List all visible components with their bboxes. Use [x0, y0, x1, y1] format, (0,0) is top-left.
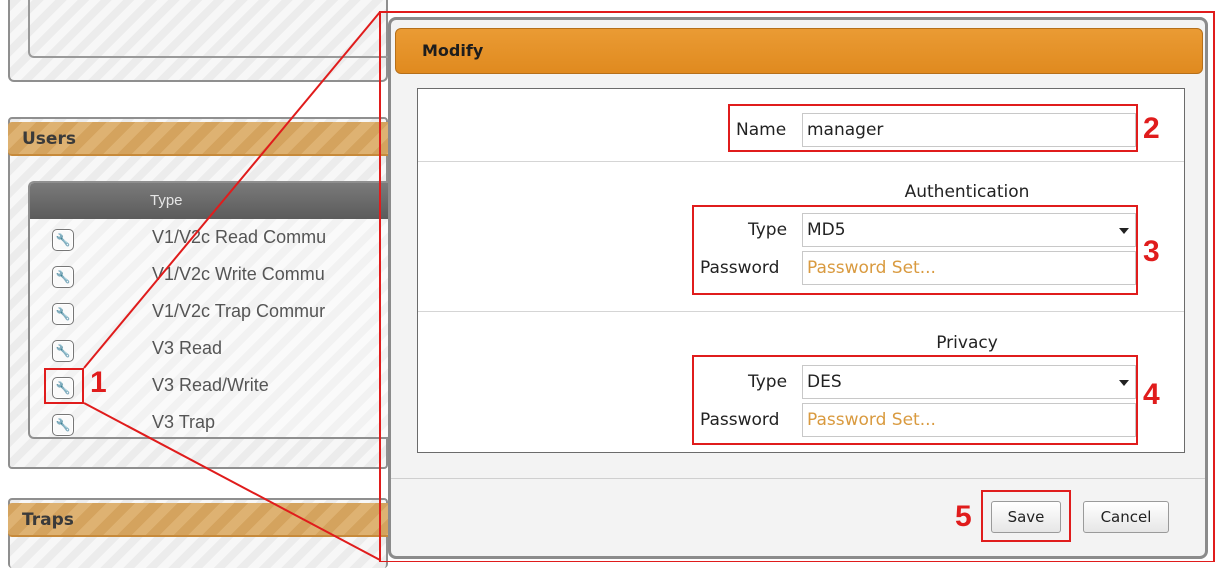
dialog-header: Modify [395, 28, 1203, 74]
divider [418, 161, 1184, 162]
top-panel-inner [28, 0, 388, 58]
wrench-icon: 🔧 [55, 233, 71, 247]
callout-number-4: 4 [1143, 378, 1160, 411]
users-section-header: Users [8, 122, 388, 156]
user-type: V1/V2c Read Commu [152, 227, 327, 247]
callout-number-3: 3 [1143, 235, 1160, 268]
callout-number-1: 1 [90, 366, 107, 399]
save-button[interactable]: Save [991, 501, 1061, 533]
divider [418, 311, 1184, 312]
table-row: 🔧 V1/V2c Write Commu [30, 258, 390, 296]
wrench-icon: 🔧 [55, 307, 71, 321]
user-type: V1/V2c Write Commu [152, 264, 325, 284]
table-row: 🔧 V3 Read/Write [30, 369, 390, 407]
user-type: V1/V2c Trap Commur [152, 301, 326, 321]
user-type: V3 Read/Write [152, 375, 269, 395]
users-section-title: Users [22, 129, 76, 149]
dialog-body: Name manager Authentication Type MD5 Pas… [417, 88, 1185, 453]
table-row: 🔧 V1/V2c Read Commu [30, 221, 390, 259]
callout-box-2 [728, 104, 1138, 152]
traps-section-header: Traps [8, 503, 388, 537]
type-column-header: Type [150, 192, 183, 209]
top-panel [8, 0, 388, 82]
table-row: 🔧 V1/V2c Trap Commur [30, 295, 390, 333]
wrench-icon: 🔧 [55, 418, 71, 432]
edit-user-button[interactable]: 🔧 [52, 303, 74, 325]
edit-user-button[interactable]: 🔧 [52, 414, 74, 436]
user-type: V3 Trap [152, 412, 216, 432]
table-row: 🔧 V3 Trap [30, 406, 390, 444]
privacy-heading: Privacy [936, 333, 998, 353]
callout-box-4 [692, 355, 1138, 445]
callout-box-1 [44, 368, 84, 404]
cancel-button[interactable]: Cancel [1083, 501, 1169, 533]
wrench-icon: 🔧 [55, 344, 71, 358]
edit-user-button[interactable]: 🔧 [52, 229, 74, 251]
footer-divider [391, 478, 1205, 479]
users-table-header: Type [30, 183, 388, 219]
user-type: V3 Read [152, 338, 223, 358]
callout-number-5: 5 [955, 500, 972, 533]
edit-user-button[interactable]: 🔧 [52, 266, 74, 288]
traps-section-title: Traps [22, 510, 74, 530]
authentication-heading: Authentication [904, 182, 1030, 202]
callout-box-3 [692, 205, 1138, 295]
edit-user-button[interactable]: 🔧 [52, 340, 74, 362]
wrench-icon: 🔧 [55, 270, 71, 284]
callout-number-2: 2 [1143, 112, 1160, 145]
table-row: 🔧 V3 Read [30, 332, 390, 370]
dialog-title: Modify [422, 41, 484, 60]
modify-dialog: Modify Name manager Authentication Type … [388, 17, 1208, 559]
